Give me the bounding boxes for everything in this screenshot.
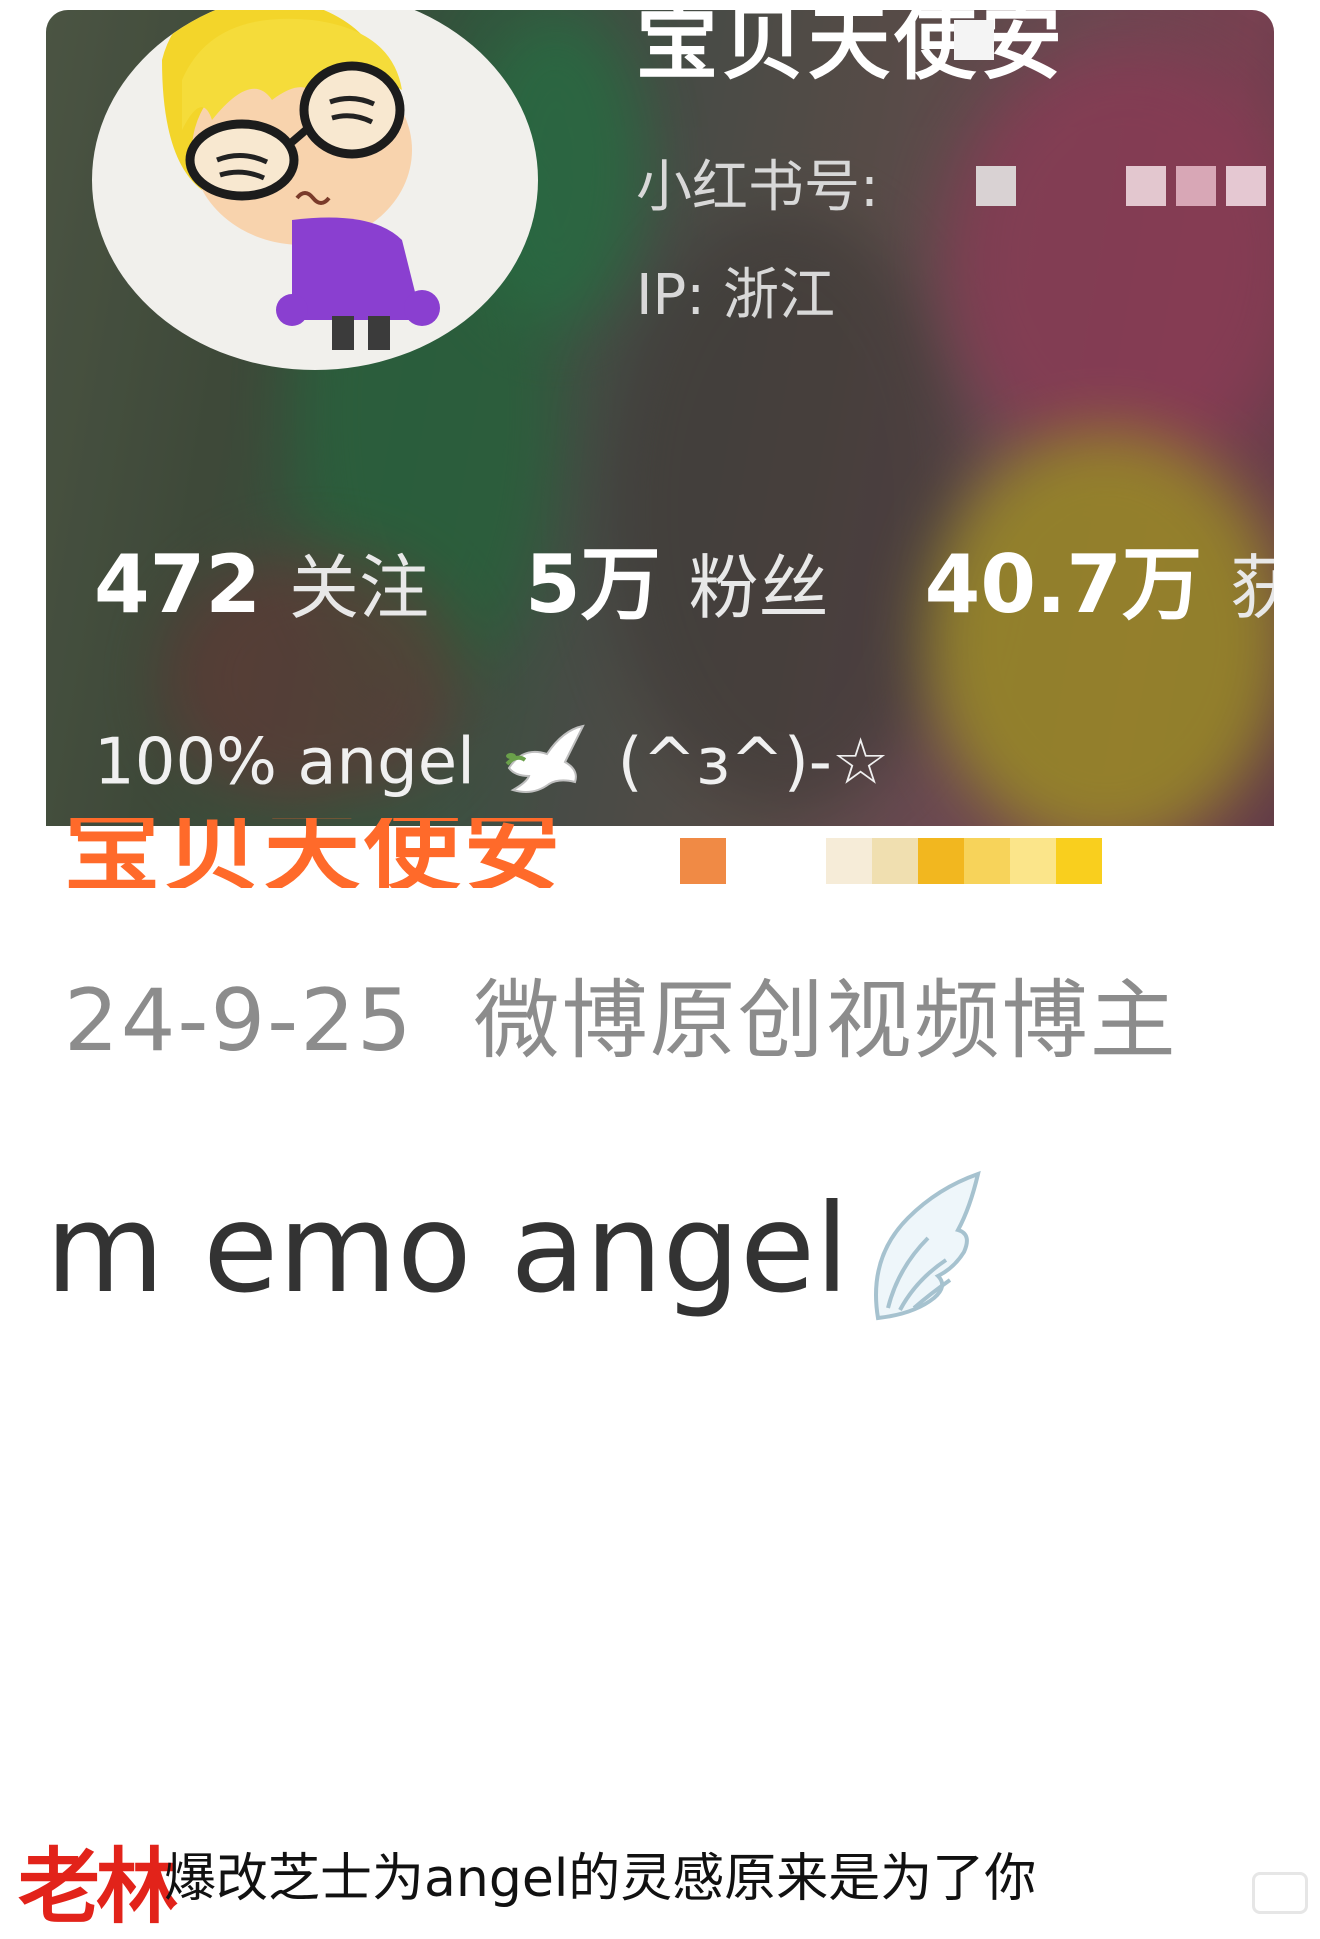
weibo-meta: 24-9-25 微博原创视频博主 (64, 950, 1178, 1075)
stat-value: 472 (94, 538, 261, 631)
ip-location: IP: 浙江 (636, 263, 835, 328)
weibo-description: I'm emo angel (40, 1178, 1240, 1318)
stat-value: 5万 (525, 538, 661, 631)
verification-label: 微博原创视频博主 (473, 971, 1178, 1071)
stat-label: 粉丝 (688, 547, 829, 629)
profile-name: 宝贝天使安 (636, 10, 1067, 91)
stat-label: 关注 (289, 547, 429, 629)
post-date: 24-9-25 (64, 971, 414, 1071)
wing-icon (874, 1170, 981, 1321)
weibo-username[interactable]: 宝贝天使安 (64, 818, 564, 888)
stat-following[interactable]: 472 关注 (94, 532, 429, 633)
bio-text: 100% angel (94, 725, 475, 800)
profile-card: 宝贝天使安 小红书号: IP: 浙江 472 关注 5万 粉丝 40.7万 获 … (46, 10, 1274, 826)
profile-stats: 472 关注 5万 粉丝 40.7万 获 (94, 520, 1274, 636)
caption-text: 爆改芝士为angel的灵感原来是为了你 (164, 1849, 1037, 1909)
stat-likes[interactable]: 40.7万 获 (925, 520, 1274, 636)
corner-icon (1252, 1872, 1308, 1914)
dove-icon (505, 725, 586, 794)
stat-label: 获 (1230, 547, 1274, 629)
stat-followers[interactable]: 5万 粉丝 (525, 520, 829, 636)
mosaic-censor (976, 166, 1274, 206)
xiaohongshu-id: 小红书号: (636, 142, 879, 223)
description-text: I'm emo angel (40, 1178, 849, 1318)
profile-bio: 100% angel (^ɜ^)-☆ (94, 722, 889, 800)
bio-emoticon: (^ɜ^)-☆ (617, 725, 890, 800)
mosaic-censor (954, 20, 994, 60)
weibo-username-cropped: 宝贝天使安 (64, 818, 664, 888)
stat-value: 40.7万 (924, 538, 1203, 631)
xiaohongshu-id-label: 小红书号: (636, 155, 879, 220)
watermark-logo: 老林 (18, 1840, 178, 1935)
mosaic-censor (680, 838, 1102, 884)
